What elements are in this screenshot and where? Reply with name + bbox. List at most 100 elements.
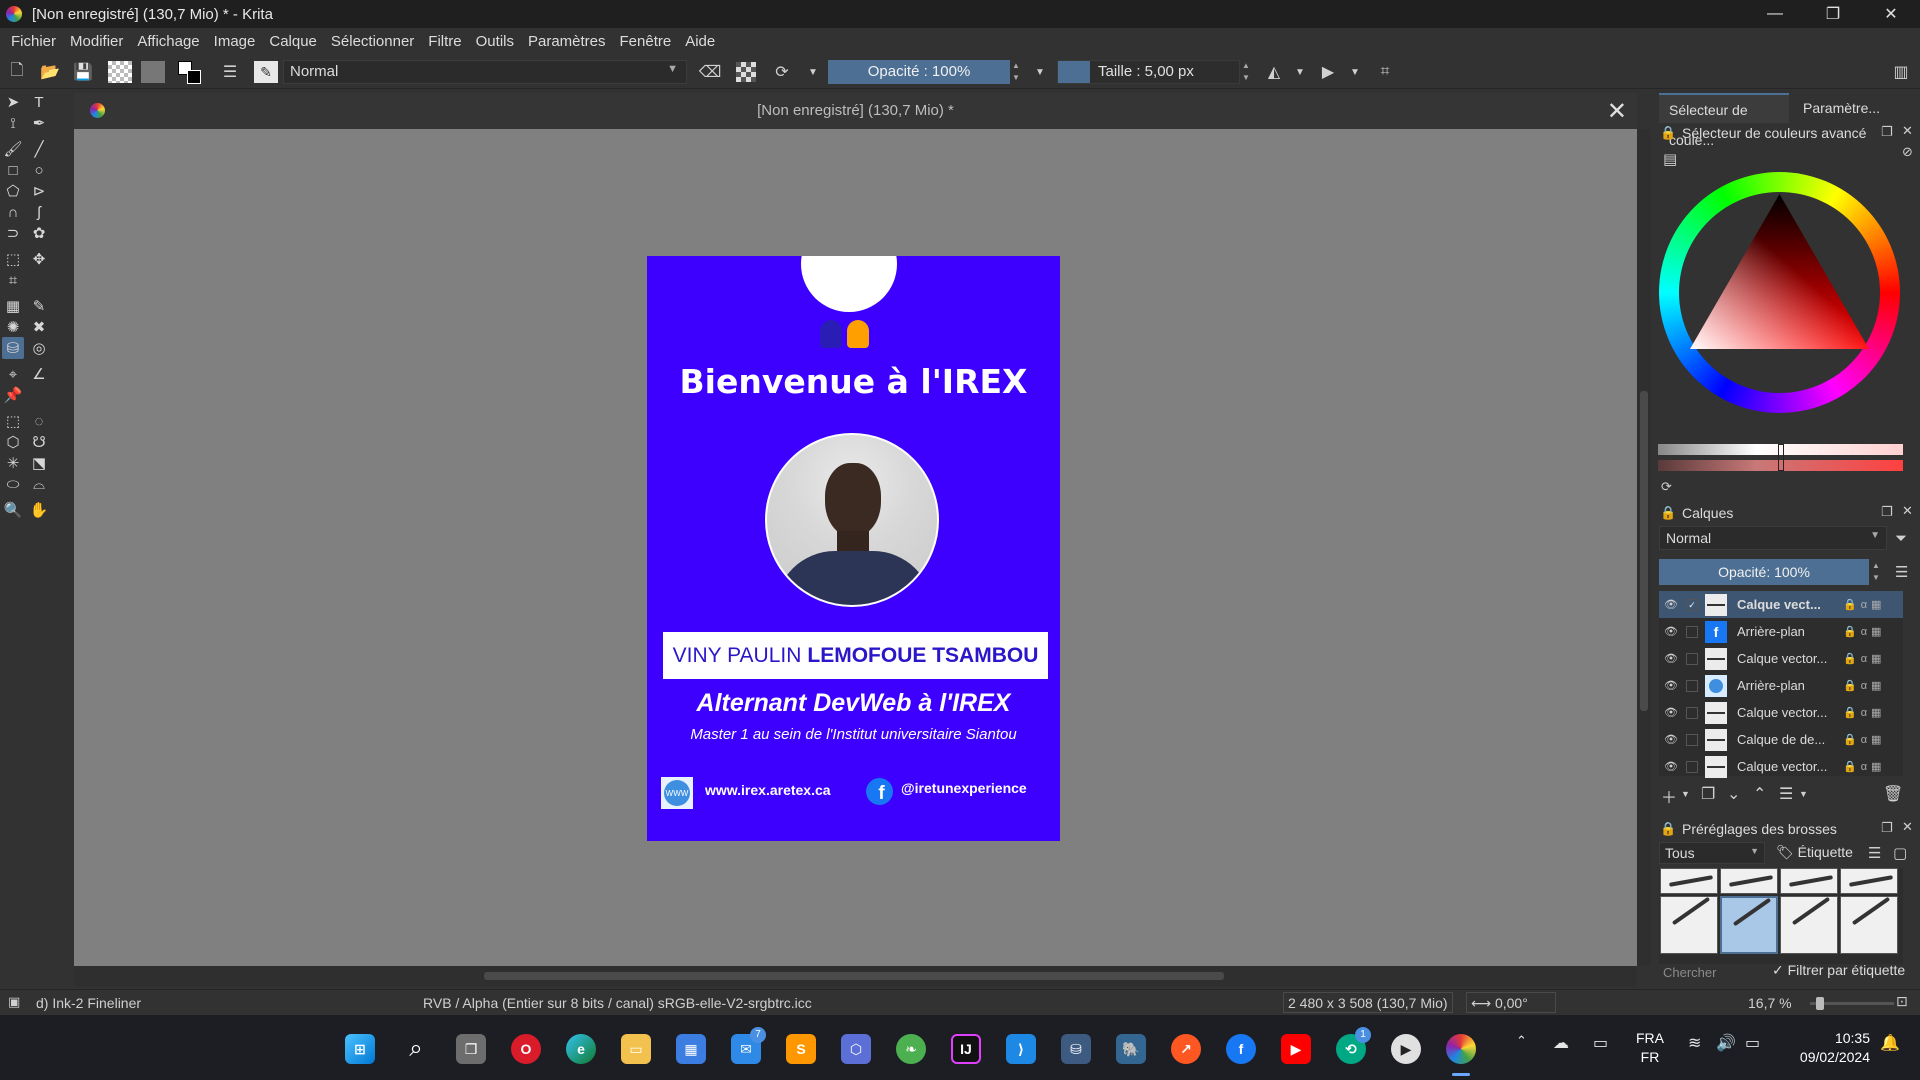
eye-icon[interactable]: 👁 — [1664, 733, 1678, 746]
alpha-lock-icon[interactable] — [736, 62, 756, 82]
color-settings-icon[interactable]: ▤ — [1663, 150, 1677, 168]
eye-icon[interactable]: 👁 — [1664, 760, 1678, 773]
eye-icon[interactable]: 👁 — [1664, 625, 1678, 638]
layer-row[interactable]: 👁 Calque vector... 🔒α▦ — [1659, 753, 1903, 780]
brush-preset[interactable] — [1720, 868, 1778, 894]
eye-icon[interactable]: 👁 — [1664, 598, 1678, 611]
layer-row[interactable]: 👁 Calque de de... 🔒α▦ — [1659, 726, 1903, 753]
size-spin-icon[interactable]: ▲ ▼ — [1240, 60, 1252, 84]
bezier-select-icon[interactable]: ⬭ — [2, 473, 24, 495]
tray-overflow-icon[interactable]: ⌃ — [1516, 1033, 1527, 1049]
chevron-down-icon[interactable]: ▼ — [1344, 61, 1366, 83]
minimize-button[interactable]: — — [1746, 0, 1804, 28]
save-document-icon[interactable]: 💾 — [72, 61, 94, 83]
crop-tool-icon[interactable]: ⌗ — [2, 269, 24, 291]
reload-preset-icon[interactable]: ⟳ — [771, 61, 793, 83]
float-docker-icon[interactable]: ❐ — [1881, 504, 1893, 520]
chevron-down-icon[interactable]: ▼ — [1289, 61, 1311, 83]
layer-row[interactable]: 👁 Calque vector... 🔒α▦ — [1659, 645, 1903, 672]
brush-editor-icon[interactable]: ☰ — [219, 61, 241, 83]
color-picker-icon[interactable]: ✎ — [28, 295, 50, 317]
scroll-thumb[interactable] — [1640, 391, 1648, 711]
opacity-slider[interactable]: Opacité : 100% — [828, 60, 1010, 84]
chevron-down-icon[interactable]: ▼ — [802, 61, 824, 83]
task-view-icon[interactable]: ❐ — [456, 1034, 486, 1064]
layer-row[interactable]: 👁 Arrière-plan 🔒α▦ — [1659, 672, 1903, 699]
tab-tool-options[interactable]: Paramètre... — [1793, 93, 1913, 123]
polygon-tool-icon[interactable]: ⬠ — [2, 180, 24, 202]
lock-icon[interactable]: 🔒 — [1660, 505, 1676, 521]
fg-bg-color-icon[interactable] — [178, 61, 204, 85]
rotation-box[interactable]: ⟷ 0,00° — [1466, 992, 1556, 1013]
microsoft-store-icon[interactable]: ▦ — [676, 1034, 706, 1064]
zoom-slider[interactable] — [1810, 997, 1894, 1010]
workspace-chooser-icon[interactable]: ▥ — [1890, 61, 1912, 83]
file-explorer-icon[interactable]: ▭ — [621, 1034, 651, 1064]
ellipse-tool-icon[interactable]: ○ — [28, 159, 50, 181]
add-layer-icon[interactable]: ＋ — [1661, 784, 1677, 808]
brush-preset[interactable] — [1780, 868, 1838, 894]
calligraphy-icon[interactable]: ✒ — [28, 112, 50, 134]
brush-filter-select[interactable]: Tous ▼ — [1659, 842, 1765, 864]
layer-select-checkbox[interactable] — [1686, 706, 1698, 719]
new-document-icon[interactable]: 🗋 — [6, 61, 28, 83]
postgresql-icon[interactable]: 🐘 — [1116, 1034, 1146, 1064]
gradient-chooser-icon[interactable] — [108, 61, 132, 83]
smart-patch-icon[interactable]: ✖ — [28, 316, 50, 338]
sublime-text-icon[interactable]: S — [786, 1034, 816, 1064]
layer-opacity-slider[interactable]: Opacité: 100% — [1659, 559, 1869, 585]
clock[interactable]: 10:35 09/02/2024 — [1790, 1029, 1870, 1067]
layer-blend-select[interactable]: Normal ▼ — [1659, 526, 1887, 550]
float-docker-icon[interactable]: ❐ — [1881, 820, 1893, 836]
opera-icon[interactable]: O — [511, 1034, 541, 1064]
brush-preset[interactable] — [1660, 868, 1718, 894]
refresh-icon[interactable]: ⟳ — [1661, 479, 1672, 495]
zoom-tool-icon[interactable]: 🔍 — [2, 499, 24, 521]
brush-preset-selected[interactable] — [1720, 896, 1778, 954]
reference-tool-icon[interactable]: 📌 — [2, 384, 24, 406]
layer-select-checkbox[interactable] — [1686, 760, 1698, 773]
layer-select-checkbox[interactable] — [1686, 652, 1698, 665]
line-tool-icon[interactable]: ╱ — [28, 138, 50, 160]
vscode-icon[interactable]: ⟩ — [1006, 1034, 1036, 1064]
notification-bell-icon[interactable]: 🔔 — [1880, 1033, 1900, 1053]
mysql-workbench-icon[interactable]: ⛁ — [1061, 1034, 1091, 1064]
menu-fichier[interactable]: Fichier — [4, 33, 63, 50]
reset-icon[interactable]: ⊘ — [1902, 144, 1913, 160]
lock-icon[interactable]: 🔒 — [1660, 821, 1676, 837]
layer-opacity-spin-icon[interactable]: ▲ ▼ — [1870, 560, 1882, 584]
size-slider[interactable]: Taille : 5,00 px — [1057, 60, 1240, 84]
menu-filtre[interactable]: Filtre — [421, 33, 468, 50]
blend-mode-select[interactable]: Normal ▼ — [283, 60, 687, 84]
ellipse-select-icon[interactable]: ◌ — [28, 410, 50, 432]
document-tab[interactable]: [Non enregistré] (130,7 Mio) * ✕ — [74, 93, 1637, 129]
mirror-vertical-icon[interactable]: ▶ — [1317, 61, 1339, 83]
rect-select-icon[interactable]: ⬚ — [2, 410, 24, 432]
layer-select-checkbox[interactable] — [1686, 679, 1698, 692]
brush-preset[interactable] — [1840, 868, 1898, 894]
virtualbox-icon[interactable]: ⬡ — [841, 1034, 871, 1064]
brush-preset[interactable] — [1780, 896, 1838, 954]
layer-select-checkbox[interactable] — [1686, 733, 1698, 746]
multibrush-icon[interactable]: ✿ — [28, 222, 50, 244]
wifi-icon[interactable]: ≋ — [1688, 1033, 1701, 1053]
menu-selectionner[interactable]: Sélectionner — [324, 33, 421, 50]
chevron-down-icon[interactable]: ▼ — [1681, 789, 1690, 799]
delete-layer-icon[interactable]: 🗑 — [1883, 784, 1903, 804]
chevron-down-icon[interactable]: ▼ — [1029, 61, 1051, 83]
freehand-path-icon[interactable]: ʃ — [28, 201, 50, 223]
filter-icon[interactable]: ⏷ — [1895, 530, 1907, 547]
media-player-icon[interactable]: ▶ — [1391, 1034, 1421, 1064]
color-profile[interactable]: RVB / Alpha (Entier sur 8 bits / canal) … — [423, 995, 812, 1011]
postman-icon[interactable]: ↗ — [1171, 1034, 1201, 1064]
polygon-select-icon[interactable]: ⬡ — [2, 431, 24, 453]
assistant-tool-icon[interactable]: ⌖ — [2, 363, 24, 385]
leaf-app-icon[interactable]: ❧ — [896, 1034, 926, 1064]
contiguous-select-icon[interactable]: ✳ — [2, 452, 24, 474]
eye-icon[interactable]: 👁 — [1664, 652, 1678, 665]
lock-icon[interactable]: 🔒 — [1660, 125, 1676, 141]
eye-icon[interactable]: 👁 — [1664, 706, 1678, 719]
rectangle-tool-icon[interactable]: □ — [2, 159, 24, 181]
layer-select-checkbox[interactable] — [1686, 625, 1698, 638]
select-shapes-icon[interactable]: ➤ — [2, 91, 24, 113]
